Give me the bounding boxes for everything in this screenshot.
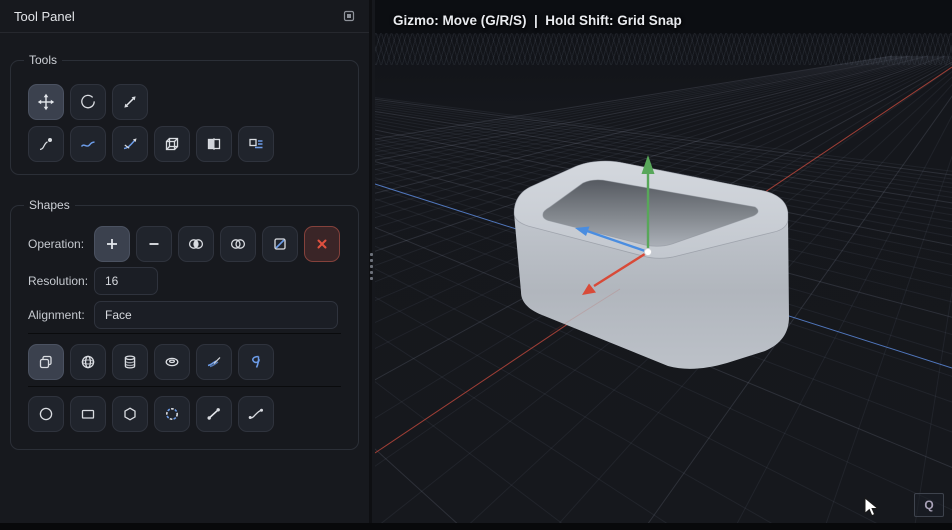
shape-hexagon-button[interactable] — [112, 396, 148, 432]
tools-group-label: Tools — [24, 53, 63, 67]
hexagon-icon — [124, 407, 136, 421]
scale-icon — [124, 96, 136, 108]
edit-curve-tool-button[interactable] — [70, 126, 106, 162]
operation-add-button[interactable] — [94, 226, 130, 262]
array-tool-button[interactable] — [238, 126, 274, 162]
shape-cylinder-button[interactable] — [112, 344, 148, 380]
model-box[interactable] — [513, 160, 789, 369]
mouse-cursor — [864, 497, 880, 517]
torus-icon — [165, 357, 179, 367]
slice-icon — [274, 238, 286, 250]
move-tool-button[interactable] — [28, 84, 64, 120]
quick-menu-label: Q — [924, 498, 934, 512]
move-icon — [37, 93, 55, 111]
array-icon — [249, 138, 263, 149]
revolve-icon — [252, 355, 260, 368]
operation-subtract-button[interactable] — [136, 226, 172, 262]
sweep-icon — [207, 357, 221, 368]
dock-icon — [343, 10, 355, 22]
scale-tool-button[interactable] — [112, 84, 148, 120]
dashed-circle-icon — [166, 408, 178, 420]
shape-revolve-button[interactable] — [238, 344, 274, 380]
shapes-group-label: Shapes — [24, 198, 75, 212]
smooth-curve-tool-button[interactable] — [112, 126, 148, 162]
shape-sphere-button[interactable] — [70, 344, 106, 380]
shape-circle-button[interactable] — [28, 396, 64, 432]
shape-curve-button[interactable] — [238, 396, 274, 432]
viewport-status-text: Gizmo: Move (G/R/S) | Hold Shift: Grid S… — [393, 13, 682, 28]
smooth-curve-icon — [123, 138, 137, 150]
bottom-edge-bar — [0, 523, 952, 530]
mirror-tool-button[interactable] — [196, 126, 232, 162]
resolution-input[interactable] — [94, 267, 158, 295]
wireframe-box-tool-button[interactable] — [154, 126, 190, 162]
app-window: Tool Panel Tools Shapes Operation: Resol… — [0, 0, 952, 530]
wireframe-box-icon — [165, 137, 179, 151]
draw-stroke-tool-button[interactable] — [28, 126, 64, 162]
resolution-label: Resolution: — [28, 274, 89, 288]
sphere-icon — [81, 355, 95, 369]
union-icon — [230, 239, 246, 249]
rectangle-icon — [81, 409, 95, 419]
scene-canvas — [375, 55, 952, 530]
shape-sweep-button[interactable] — [196, 344, 232, 380]
shape-torus-button[interactable] — [154, 344, 190, 380]
mirror-icon — [207, 138, 221, 150]
panel-title: Tool Panel — [14, 8, 75, 24]
quick-menu-button[interactable]: Q — [914, 493, 944, 517]
alignment-input[interactable] — [94, 301, 338, 329]
box-icon — [39, 355, 52, 369]
operation-delete-button[interactable] — [304, 226, 340, 262]
rotate-icon — [81, 94, 95, 109]
draw-stroke-icon — [39, 138, 52, 151]
operation-label: Operation: — [28, 237, 85, 251]
operation-union-button[interactable] — [220, 226, 256, 262]
panel-resize-handle[interactable] — [370, 253, 373, 280]
shapes-group: Shapes Operation: Resolution: 16 Alignme… — [10, 198, 359, 450]
operation-slice-button[interactable] — [262, 226, 298, 262]
delete-x-icon — [317, 239, 327, 249]
shape-dashed-circle-button[interactable] — [154, 396, 190, 432]
operation-intersect-button[interactable] — [178, 226, 214, 262]
tools-group: Tools — [10, 53, 359, 175]
viewport-3d[interactable]: Gizmo: Move (G/R/S) | Hold Shift: Grid S… — [375, 0, 952, 530]
tool-panel: Tool Panel Tools Shapes Operation: Resol… — [0, 0, 372, 530]
alignment-label: Alignment: — [28, 308, 85, 322]
minus-icon — [149, 243, 159, 245]
line-icon — [207, 408, 220, 420]
cylinder-icon — [124, 355, 136, 369]
shape-box-button[interactable] — [28, 344, 64, 380]
shape-rectangle-button[interactable] — [70, 396, 106, 432]
rotate-tool-button[interactable] — [70, 84, 106, 120]
float-panel-button[interactable] — [341, 8, 357, 24]
plus-icon — [107, 239, 117, 249]
shape-line-button[interactable] — [196, 396, 232, 432]
tool-panel-header: Tool Panel — [0, 0, 369, 33]
edit-curve-icon — [80, 141, 95, 147]
gizmo-origin-dot[interactable] — [643, 247, 653, 257]
curve-icon — [248, 408, 263, 419]
intersect-icon — [188, 239, 204, 249]
circle-icon — [39, 407, 53, 421]
